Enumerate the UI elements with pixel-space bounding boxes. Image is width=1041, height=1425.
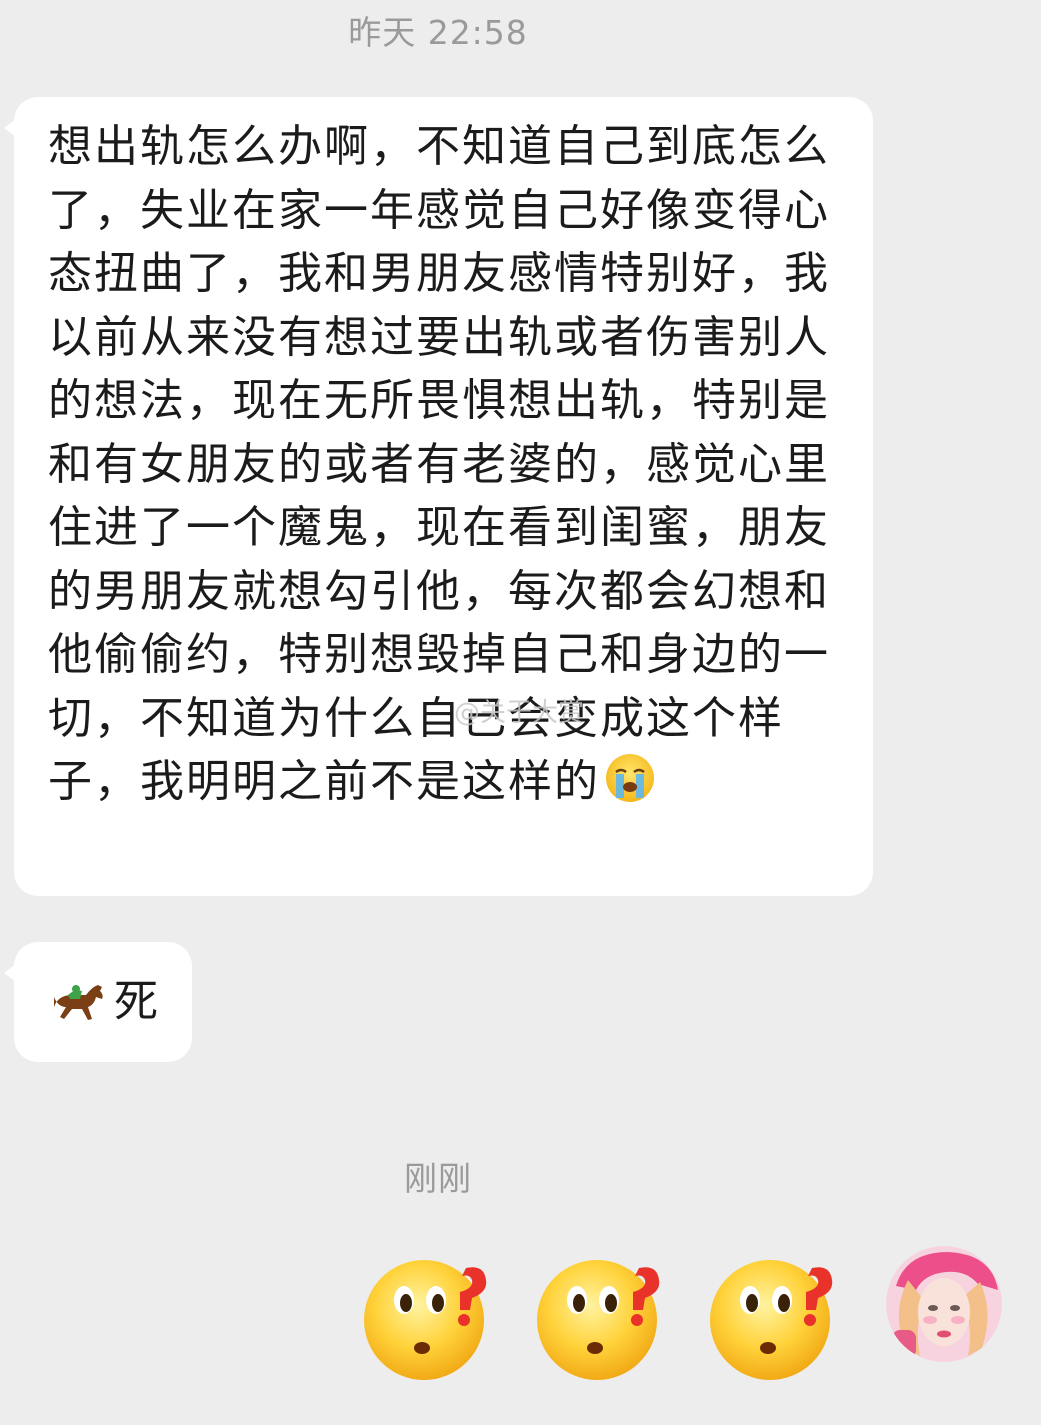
message-text-short: 死 [48, 974, 192, 1030]
timestamp-bottom: 刚刚 [404, 1159, 472, 1198]
message-text-short-content: 死 [114, 976, 158, 1027]
confused-face-sticker[interactable] [708, 1248, 844, 1384]
message-text-content: 想出轨怎么办啊，不知道自己到底怎么了，失业在家一年感觉自己好像变得心态扭曲了，我… [48, 121, 830, 807]
timestamp-top: 昨天 22:58 [348, 13, 528, 52]
avatar[interactable] [886, 1246, 1002, 1362]
horse-racing-icon [54, 985, 103, 1020]
reply-sticker-row [362, 1248, 844, 1384]
confused-face-sticker[interactable] [362, 1248, 498, 1384]
loudly-crying-face-icon [606, 754, 654, 802]
confused-face-sticker[interactable] [535, 1248, 671, 1384]
message-text: 想出轨怎么办啊，不知道自己到底怎么了，失业在家一年感觉自己好像变得心态扭曲了，我… [48, 115, 843, 814]
message-bubble-short[interactable]: 死 [4, 942, 192, 1062]
message-bubble-long[interactable]: 想出轨怎么办啊，不知道自己到底怎么了，失业在家一年感觉自己好像变得心态扭曲了，我… [4, 97, 873, 896]
avatar-image [886, 1246, 1002, 1362]
watermark: @关于大赏 [454, 698, 585, 728]
